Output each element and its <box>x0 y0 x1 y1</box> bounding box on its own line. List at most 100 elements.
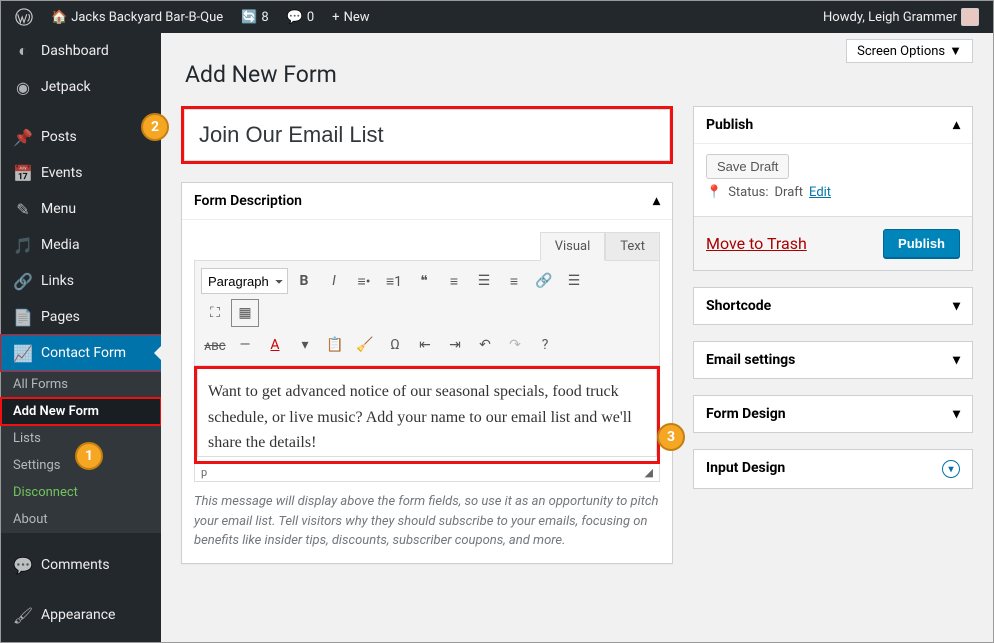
sidebar-item-comments[interactable]: 💬Comments <box>1 547 161 583</box>
wp-logo[interactable] <box>9 1 39 33</box>
sidebar-item-menu[interactable]: ✎Menu <box>1 191 161 227</box>
content-textarea[interactable]: Want to get advanced notice of our seaso… <box>197 369 657 457</box>
form-design-box[interactable]: Form Design▾ <box>694 396 972 432</box>
quote-button[interactable]: ❝ <box>410 267 438 295</box>
description-help: This message will display above the form… <box>194 482 660 551</box>
format-select[interactable]: Paragraph <box>201 268 288 294</box>
sidebar-item-label: Dashboard <box>41 43 109 59</box>
screen-options-label: Screen Options <box>857 44 945 59</box>
chevron-down-icon: ▾ <box>953 406 960 422</box>
sidebar-item-contact-form[interactable]: 📈Contact Form <box>1 335 161 371</box>
sidebox-label: Email settings <box>706 352 795 368</box>
avatar <box>961 8 979 26</box>
sidebar-item-pages[interactable]: 📄 Pages <box>1 299 161 335</box>
plus-icon: + <box>332 10 339 25</box>
resize-handle-icon[interactable]: ◢ <box>645 466 653 479</box>
shortcode-box[interactable]: Shortcode▾ <box>694 288 972 324</box>
sidebar-item-links[interactable]: 🔗 Links <box>1 263 161 299</box>
calendar-icon: 📅 <box>13 163 33 183</box>
strike-button[interactable]: ᴀʙᴄ <box>201 331 229 359</box>
sidebar-item-posts[interactable]: 📌Posts <box>1 119 161 155</box>
toolbar-toggle-button[interactable]: ▦ <box>231 299 259 327</box>
sub-item-add-new-form[interactable]: Add New Form <box>1 398 161 425</box>
site-name-link[interactable]: 🏠 Jacks Backyard Bar-B-Que <box>45 1 229 33</box>
key-icon: 📍 <box>706 185 722 200</box>
site-name: Jacks Backyard Bar-B-Que <box>71 10 223 25</box>
save-draft-button[interactable]: Save Draft <box>706 154 789 179</box>
email-settings-box[interactable]: Email settings▾ <box>694 342 972 378</box>
howdy-text: Howdy, Leigh Grammer <box>823 10 957 25</box>
publish-header[interactable]: Publish ▴ <box>694 107 972 143</box>
media-icon: 🎵 <box>13 235 33 255</box>
comment-icon: 💬 <box>287 10 303 25</box>
howdy-link[interactable]: Howdy, Leigh Grammer <box>817 1 985 33</box>
updates-count: 8 <box>261 10 268 25</box>
edit-status-link[interactable]: Edit <box>809 185 831 200</box>
sidebar-item-dashboard[interactable]: ◐Dashboard <box>1 33 161 69</box>
sidebar-item-label: Comments <box>41 557 110 573</box>
sidebar-item-label: Appearance <box>41 607 115 623</box>
form-description-label: Form Description <box>194 193 302 209</box>
editor-toolbar: Paragraph B I ≡• ≡1 ❝ ≡ ☰ ≡ 🔗 ☰ <box>194 261 660 366</box>
new-label: New <box>344 10 370 25</box>
align-center-button[interactable]: ☰ <box>470 267 498 295</box>
sidebar-item-jetpack[interactable]: ◉Jetpack <box>1 69 161 105</box>
number-list-button[interactable]: ≡1 <box>380 267 408 295</box>
italic-button[interactable]: I <box>320 267 348 295</box>
visual-tab[interactable]: Visual <box>540 232 606 261</box>
sidebar-item-label: Links <box>41 273 74 289</box>
status-label: Status: <box>728 185 768 200</box>
brush-icon: 🖌 <box>13 605 33 625</box>
sub-item-disconnect[interactable]: Disconnect <box>1 479 161 506</box>
publish-button[interactable]: Publish <box>883 229 960 258</box>
fullscreen-button[interactable]: ⛶ <box>201 299 229 327</box>
outdent-button[interactable]: ⇤ <box>411 331 439 359</box>
special-char-button[interactable]: Ω <box>381 331 409 359</box>
pages-icon: 📄 <box>13 307 33 327</box>
sub-item-about[interactable]: About <box>1 506 161 533</box>
sidebar-item-appearance[interactable]: 🖌 Appearance <box>1 597 161 633</box>
bold-button[interactable]: B <box>290 267 318 295</box>
form-description-header[interactable]: Form Description▴ <box>182 183 672 220</box>
align-left-button[interactable]: ≡ <box>440 267 468 295</box>
bullet-list-button[interactable]: ≡• <box>350 267 378 295</box>
home-icon: 🏠 <box>51 10 67 25</box>
sub-item-all-forms[interactable]: All Forms <box>1 371 161 398</box>
clear-format-button[interactable]: 🧹 <box>351 331 379 359</box>
input-design-box[interactable]: Input Design▾ <box>694 450 972 488</box>
refresh-icon: 🔄 <box>241 10 257 25</box>
comments-link[interactable]: 💬0 <box>281 1 321 33</box>
sidebar-item-media[interactable]: 🎵Media <box>1 227 161 263</box>
text-tab[interactable]: Text <box>605 232 660 261</box>
textcolor-button[interactable]: A <box>261 331 289 359</box>
admin-toolbar: 🏠Jacks Backyard Bar-B-Que 🔄8 💬0 +New How… <box>1 1 993 33</box>
comments-count: 0 <box>307 10 314 25</box>
updates-link[interactable]: 🔄8 <box>235 1 275 33</box>
jetpack-icon: ◉ <box>13 77 33 97</box>
sidebar-item-label: Pages <box>41 309 80 325</box>
publish-heading: Publish <box>706 117 753 133</box>
edit-icon: ✎ <box>13 199 33 219</box>
content-area: Screen Options▼ Add New Form Form Descri… <box>161 33 993 642</box>
undo-button[interactable]: ↶ <box>471 331 499 359</box>
move-to-trash-link[interactable]: Move to Trash <box>706 234 807 253</box>
screen-options-button[interactable]: Screen Options ▼ <box>846 39 973 63</box>
hr-button[interactable]: — <box>231 331 259 359</box>
new-link[interactable]: + New <box>326 1 375 33</box>
more-button[interactable]: ☰ <box>560 267 588 295</box>
callout-2: 2 <box>141 113 169 141</box>
chevron-down-icon: ▼ <box>949 43 962 59</box>
links-icon: 🔗 <box>13 271 33 291</box>
textcolor-picker-button[interactable]: ▾ <box>291 331 319 359</box>
link-button[interactable]: 🔗 <box>530 267 558 295</box>
chevron-up-icon: ▴ <box>953 117 960 133</box>
paste-text-button[interactable]: 📋 <box>321 331 349 359</box>
align-right-button[interactable]: ≡ <box>500 267 528 295</box>
form-title-input[interactable] <box>184 109 670 161</box>
redo-button[interactable]: ↷ <box>501 331 529 359</box>
chevron-down-icon: ▾ <box>953 298 960 314</box>
sidebar-item-events[interactable]: 📅Events <box>1 155 161 191</box>
help-button[interactable]: ? <box>531 331 559 359</box>
sidebox-label: Input Design <box>706 460 785 478</box>
indent-button[interactable]: ⇥ <box>441 331 469 359</box>
